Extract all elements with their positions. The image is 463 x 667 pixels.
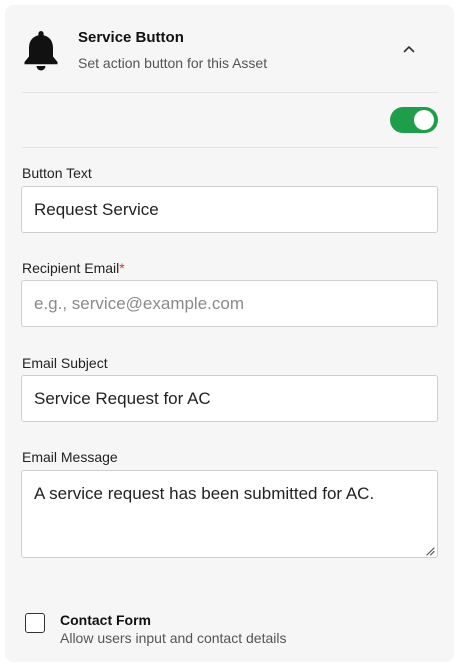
divider	[22, 147, 438, 148]
divider	[22, 92, 438, 93]
recipient-email-label-text: Recipient Email	[22, 260, 120, 276]
email-message-textarea[interactable]: A service request has been submitted for…	[21, 470, 438, 558]
bell-icon	[24, 31, 58, 71]
required-asterisk: *	[119, 260, 125, 276]
recipient-email-input[interactable]	[21, 280, 438, 327]
toggle-knob	[414, 110, 434, 130]
panel-subtitle: Set action button for this Asset	[78, 55, 268, 71]
contact-form-checkbox[interactable]	[25, 613, 45, 633]
email-message-label: Email Message	[22, 449, 118, 465]
email-subject-label: Email Subject	[22, 355, 108, 371]
panel-title: Service Button	[78, 29, 184, 46]
contact-form-title: Contact Form	[60, 612, 151, 628]
contact-form-subtitle: Allow users input and contact details	[60, 630, 287, 646]
button-text-input[interactable]	[21, 186, 438, 233]
button-text-label: Button Text	[22, 165, 92, 181]
email-subject-input[interactable]	[21, 375, 438, 422]
enable-toggle[interactable]	[390, 107, 438, 133]
recipient-email-label: Recipient Email*	[22, 260, 125, 276]
service-button-panel: Service Button Set action button for thi…	[5, 5, 454, 662]
chevron-up-icon[interactable]	[400, 40, 418, 58]
panel-header[interactable]: Service Button Set action button for thi…	[5, 5, 454, 93]
